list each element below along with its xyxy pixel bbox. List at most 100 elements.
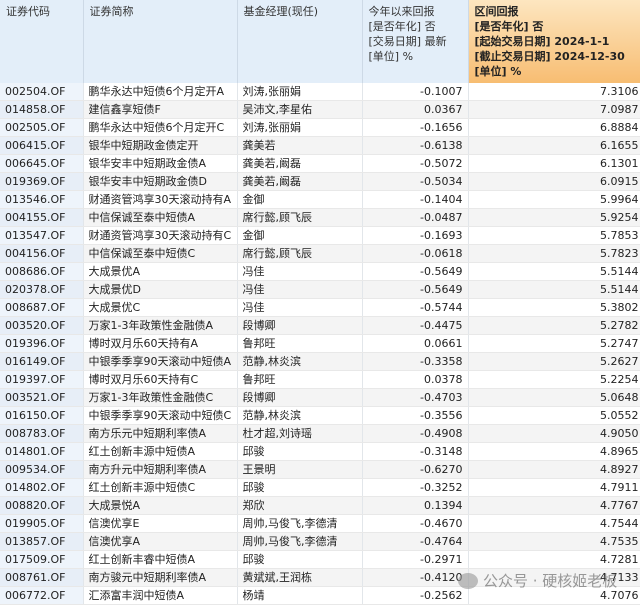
cell-code[interactable]: 002504.OF xyxy=(0,83,84,102)
cell-code[interactable]: 004156.OF xyxy=(0,244,84,264)
cell-name[interactable]: 博时双月乐60天持有C xyxy=(83,370,238,390)
cell-range-return[interactable]: 5.0648 xyxy=(468,388,640,408)
cell-manager[interactable]: 郑欣 xyxy=(237,496,363,516)
header-code[interactable]: 证券代码 xyxy=(0,0,84,83)
table-row[interactable]: 014801.OF 红土创新丰源中短债A 邱骏 -0.3148 4.8965 xyxy=(0,442,640,462)
cell-code[interactable]: 006772.OF xyxy=(0,586,84,606)
cell-manager[interactable]: 邱骏 xyxy=(237,550,363,570)
cell-manager[interactable]: 邱骏 xyxy=(237,478,363,498)
cell-ytd-return[interactable]: -0.4764 xyxy=(362,532,469,552)
cell-range-return[interactable]: 7.3106 xyxy=(468,83,640,102)
cell-ytd-return[interactable]: -0.4475 xyxy=(362,316,469,336)
cell-ytd-return[interactable]: -0.4670 xyxy=(362,514,469,534)
header-range-return[interactable]: 区间回报 [是否年化] 否 [起始交易日期] 2024-1-1 [截止交易日期] 20… xyxy=(468,0,640,83)
cell-ytd-return[interactable]: -0.1656 xyxy=(362,118,469,138)
table-row[interactable]: 004155.OF 中信保诚至泰中短债A 席行懿,顾飞辰 -0.0487 5.9254 xyxy=(0,208,640,228)
cell-name[interactable]: 中银季季享90天滚动中短债A xyxy=(83,352,238,372)
table-row[interactable]: 019905.OF 信澳优享E 周帅,马俊飞,李德清 -0.4670 4.7544 xyxy=(0,514,640,534)
cell-range-return[interactable]: 5.9964 xyxy=(468,190,640,210)
cell-range-return[interactable]: 5.7823 xyxy=(468,244,640,264)
cell-manager[interactable]: 段博卿 xyxy=(237,316,363,336)
cell-code[interactable]: 008687.OF xyxy=(0,298,84,318)
cell-name[interactable]: 大成景优C xyxy=(83,298,238,318)
cell-manager[interactable]: 杨靖 xyxy=(237,586,363,606)
cell-code[interactable]: 009534.OF xyxy=(0,460,84,480)
cell-ytd-return[interactable]: -0.2971 xyxy=(362,550,469,570)
cell-range-return[interactable]: 5.9254 xyxy=(468,208,640,228)
cell-manager[interactable]: 吴沛文,李星佑 xyxy=(237,100,363,120)
cell-manager[interactable]: 刘涛,张丽娟 xyxy=(237,83,363,102)
cell-ytd-return[interactable]: -0.1693 xyxy=(362,226,469,246)
cell-name[interactable]: 银华安丰中短期政金债D xyxy=(83,172,238,192)
cell-manager[interactable]: 席行懿,顾飞辰 xyxy=(237,208,363,228)
cell-manager[interactable]: 鲁邦旺 xyxy=(237,370,363,390)
cell-ytd-return[interactable]: -0.0618 xyxy=(362,244,469,264)
table-row[interactable]: 004156.OF 中信保诚至泰中短债C 席行懿,顾飞辰 -0.0618 5.7823 xyxy=(0,244,640,264)
cell-manager[interactable]: 龚美若,阚磊 xyxy=(237,172,363,192)
cell-range-return[interactable]: 4.7535 xyxy=(468,532,640,552)
cell-range-return[interactable]: 5.7853 xyxy=(468,226,640,246)
cell-ytd-return[interactable]: -0.4703 xyxy=(362,388,469,408)
cell-manager[interactable]: 金御 xyxy=(237,226,363,246)
table-row[interactable]: 008686.OF 大成景优A 冯佳 -0.5649 5.5144 xyxy=(0,262,640,282)
cell-manager[interactable]: 段博卿 xyxy=(237,388,363,408)
table-row[interactable]: 019397.OF 博时双月乐60天持有C 鲁邦旺 0.0378 5.2254 xyxy=(0,370,640,390)
cell-ytd-return[interactable]: 0.0367 xyxy=(362,100,469,120)
cell-code[interactable]: 020378.OF xyxy=(0,280,84,300)
cell-ytd-return[interactable]: -0.3148 xyxy=(362,442,469,462)
cell-range-return[interactable]: 5.0552 xyxy=(468,406,640,426)
table-row[interactable]: 013857.OF 信澳优享A 周帅,马俊飞,李德清 -0.4764 4.7535 xyxy=(0,532,640,552)
table-row[interactable]: 016149.OF 中银季季享90天滚动中短债A 范静,林炎滨 -0.3358 5.26… xyxy=(0,352,640,372)
cell-name[interactable]: 鹏华永达中短债6个月定开A xyxy=(83,83,238,102)
table-row[interactable]: 003521.OF 万家1-3年政策性金融债C 段博卿 -0.4703 5.0648 xyxy=(0,388,640,408)
cell-range-return[interactable]: 6.8884 xyxy=(468,118,640,138)
cell-ytd-return[interactable]: -0.3556 xyxy=(362,406,469,426)
cell-manager[interactable]: 冯佳 xyxy=(237,298,363,318)
cell-range-return[interactable]: 4.7767 xyxy=(468,496,640,516)
cell-code[interactable]: 003520.OF xyxy=(0,316,84,336)
table-row[interactable]: 009534.OF 南方升元中短期利率债A 王景明 -0.6270 4.8927 xyxy=(0,460,640,480)
cell-manager[interactable]: 金御 xyxy=(237,190,363,210)
table-row[interactable]: 008783.OF 南方乐元中短期利率债A 杜才超,刘诗瑶 -0.4908 4.9050 xyxy=(0,424,640,444)
cell-ytd-return[interactable]: -0.2562 xyxy=(362,586,469,606)
cell-range-return[interactable]: 5.2747 xyxy=(468,334,640,354)
cell-manager[interactable]: 席行懿,顾飞辰 xyxy=(237,244,363,264)
cell-range-return[interactable]: 4.8927 xyxy=(468,460,640,480)
cell-code[interactable]: 004155.OF xyxy=(0,208,84,228)
table-row[interactable]: 019396.OF 博时双月乐60天持有A 鲁邦旺 0.0661 5.2747 xyxy=(0,334,640,354)
cell-name[interactable]: 鹏华永达中短债6个月定开C xyxy=(83,118,238,138)
cell-name[interactable]: 南方骏元中短期利率债A xyxy=(83,568,238,588)
table-row[interactable]: 014802.OF 红土创新丰源中短债C 邱骏 -0.3252 4.7911 xyxy=(0,478,640,498)
cell-code[interactable]: 002505.OF xyxy=(0,118,84,138)
table-row[interactable]: 003520.OF 万家1-3年政策性金融债A 段博卿 -0.4475 5.2782 xyxy=(0,316,640,336)
cell-range-return[interactable]: 4.7544 xyxy=(468,514,640,534)
cell-ytd-return[interactable]: -0.5034 xyxy=(362,172,469,192)
cell-name[interactable]: 红土创新丰源中短债C xyxy=(83,478,238,498)
cell-ytd-return[interactable]: -0.0487 xyxy=(362,208,469,228)
cell-range-return[interactable]: 7.0987 xyxy=(468,100,640,120)
cell-ytd-return[interactable]: -0.6270 xyxy=(362,460,469,480)
cell-manager[interactable]: 冯佳 xyxy=(237,280,363,300)
cell-ytd-return[interactable]: -0.4908 xyxy=(362,424,469,444)
cell-name[interactable]: 大成景悦A xyxy=(83,496,238,516)
cell-code[interactable]: 006645.OF xyxy=(0,154,84,174)
cell-code[interactable]: 008686.OF xyxy=(0,262,84,282)
cell-ytd-return[interactable]: -0.5072 xyxy=(362,154,469,174)
cell-code[interactable]: 019396.OF xyxy=(0,334,84,354)
cell-manager[interactable]: 冯佳 xyxy=(237,262,363,282)
table-row[interactable]: 017509.OF 红土创新丰睿中短债A 邱骏 -0.2971 4.7281 xyxy=(0,550,640,570)
cell-name[interactable]: 汇添富丰润中短债A xyxy=(83,586,238,606)
cell-ytd-return[interactable]: -0.5744 xyxy=(362,298,469,318)
cell-name[interactable]: 建信鑫享短债F xyxy=(83,100,238,120)
cell-name[interactable]: 红土创新丰源中短债A xyxy=(83,442,238,462)
cell-range-return[interactable]: 6.0915 xyxy=(468,172,640,192)
cell-manager[interactable]: 黄斌斌,王润栋 xyxy=(237,568,363,588)
cell-name[interactable]: 信澳优享A xyxy=(83,532,238,552)
cell-range-return[interactable]: 4.7911 xyxy=(468,478,640,498)
cell-name[interactable]: 财通资管鸿享30天滚动持有A xyxy=(83,190,238,210)
header-ytd-return[interactable]: 今年以来回报 [是否年化] 否 [交易日期] 最新 [单位] % xyxy=(362,0,469,83)
cell-manager[interactable]: 周帅,马俊飞,李德清 xyxy=(237,514,363,534)
cell-name[interactable]: 万家1-3年政策性金融债A xyxy=(83,316,238,336)
cell-name[interactable]: 红土创新丰睿中短债A xyxy=(83,550,238,570)
cell-manager[interactable]: 龚美若,阚磊 xyxy=(237,154,363,174)
